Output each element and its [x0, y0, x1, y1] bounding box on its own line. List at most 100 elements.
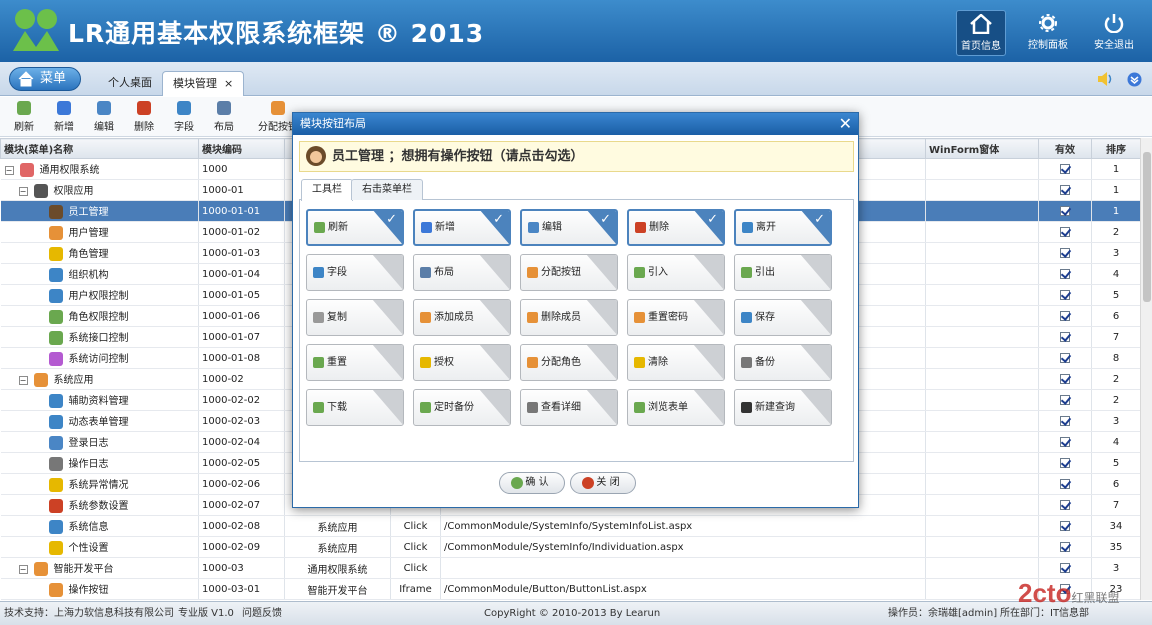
valid-checkbox[interactable] [1060, 289, 1070, 300]
valid-checkbox[interactable] [1060, 184, 1070, 195]
dialog-option-button[interactable]: 保存 [734, 299, 832, 336]
dialog-header: 模块按钮布局 ✕ [293, 113, 858, 135]
valid-checkbox[interactable] [1060, 415, 1070, 426]
feedback-link[interactable]: 问题反馈 [242, 602, 282, 625]
dialog-option-button[interactable]: 授权 [413, 344, 511, 381]
row-sort: 7 [1091, 326, 1140, 348]
row-valid [1038, 200, 1092, 222]
tab-personal-desktop[interactable]: 个人桌面 [98, 71, 162, 96]
button-icon [313, 266, 324, 278]
dialog-option-button[interactable]: 删除成员 [520, 299, 618, 336]
tree-toggle-icon[interactable]: − [18, 186, 28, 196]
valid-checkbox[interactable] [1060, 436, 1070, 447]
operator-text: 操作员：余瑞雄[admin] [888, 608, 998, 619]
close-icon[interactable]: ✕ [839, 115, 852, 133]
table-row[interactable]: 个性设置 1000-02-09 系统应用 Click/CommonModule/Sys… [0, 536, 1140, 558]
dialog-option-button[interactable]: 浏览表单 [627, 389, 725, 426]
toolbar-button-0[interactable]: 刷新 [4, 101, 44, 133]
menu-button[interactable]: 菜单 [9, 67, 81, 91]
row-name-cell: − 智能开发平台 [0, 557, 199, 579]
button-icon [313, 311, 324, 323]
table-row[interactable]: 系统信息 1000-02-08 系统应用 Click/CommonModule/Sys… [0, 515, 1140, 537]
dialog-option-button[interactable]: ✓ 刷新 [306, 209, 404, 246]
valid-checkbox[interactable] [1060, 520, 1070, 531]
module-icon [33, 562, 48, 576]
valid-checkbox[interactable] [1060, 562, 1070, 573]
dialog-option-button[interactable]: 引出 [734, 254, 832, 291]
valid-checkbox[interactable] [1060, 205, 1070, 216]
valid-checkbox[interactable] [1060, 268, 1070, 279]
tree-toggle-icon[interactable]: − [18, 564, 28, 574]
dialog-option-button[interactable]: 添加成员 [413, 299, 511, 336]
toolbar-button-2[interactable]: 编辑 [84, 101, 124, 133]
valid-checkbox[interactable] [1060, 163, 1070, 174]
toolbar-button-4[interactable]: 字段 [164, 101, 204, 133]
col-header-name[interactable]: 模块(菜单)名称 [0, 138, 199, 159]
dialog-option-button[interactable]: ✓ 新增 [413, 209, 511, 246]
dialog-option-button[interactable]: ✓ 编辑 [520, 209, 618, 246]
tab-label: 个人桌面 [108, 76, 152, 89]
col-header-winform[interactable]: WinForm窗体 [925, 138, 1039, 159]
dialog-option-button[interactable]: 新建查询 [734, 389, 832, 426]
dialog-option-button[interactable]: 定时备份 [413, 389, 511, 426]
valid-checkbox[interactable] [1060, 310, 1070, 321]
valid-checkbox[interactable] [1060, 247, 1070, 258]
valid-checkbox[interactable] [1060, 373, 1070, 384]
valid-checkbox[interactable] [1060, 226, 1070, 237]
dialog-option-button[interactable]: 查看详细 [520, 389, 618, 426]
toolbar-button-3[interactable]: 删除 [124, 101, 164, 133]
control-panel-button[interactable]: 控制面板 [1023, 10, 1073, 56]
row-name: 系统异常情况 [68, 480, 129, 491]
dialog-option-button[interactable]: 重置 [306, 344, 404, 381]
home-info-button[interactable]: 首页信息 [956, 10, 1006, 56]
dialog-option-button[interactable]: 字段 [306, 254, 404, 291]
row-url [440, 557, 926, 579]
row-sort: 4 [1091, 263, 1140, 285]
toolbar-button-5[interactable]: 布局 [204, 101, 244, 133]
col-header-sort[interactable]: 排序 [1091, 138, 1140, 159]
row-valid [1038, 242, 1092, 264]
close-button[interactable]: 关 闭 [570, 472, 636, 494]
valid-checkbox[interactable] [1060, 394, 1070, 405]
dialog-option-button[interactable]: 分配按钮 [520, 254, 618, 291]
row-name: 角色权限控制 [68, 312, 129, 323]
col-header-valid[interactable]: 有效 [1038, 138, 1092, 159]
dialog-option-button[interactable]: 重置密码 [627, 299, 725, 336]
tab-module-management[interactable]: 模块管理 × [162, 71, 245, 96]
dialog-option-button[interactable]: ✓ 离开 [734, 209, 832, 246]
valid-checkbox[interactable] [1060, 541, 1070, 552]
table-row[interactable]: 操作按钮 1000-03-01 智能开发平台 Iframe/CommonModule/… [0, 578, 1140, 600]
confirm-button[interactable]: 确 认 [499, 472, 565, 494]
scrollbar-thumb[interactable] [1143, 152, 1151, 302]
dialog-option-button[interactable]: 布局 [413, 254, 511, 291]
tab-toolbar[interactable]: 工具栏 [301, 179, 353, 201]
valid-checkbox[interactable] [1060, 457, 1070, 468]
dialog-option-button[interactable]: 分配角色 [520, 344, 618, 381]
toolbar-label: 删除 [134, 122, 154, 133]
toolbar-button-1[interactable]: 新增 [44, 101, 84, 133]
tab-close-icon[interactable]: × [224, 77, 233, 90]
logout-button[interactable]: 安全退出 [1089, 10, 1139, 56]
dialog-option-button[interactable]: 备份 [734, 344, 832, 381]
col-header-code[interactable]: 模块编码 [198, 138, 285, 159]
speaker-icon[interactable] [1097, 72, 1113, 86]
valid-checkbox[interactable] [1060, 499, 1070, 510]
dialog-option-button[interactable]: 复制 [306, 299, 404, 336]
dialog-option-button[interactable]: 引入 [627, 254, 725, 291]
tab-context-menu[interactable]: 右击菜单栏 [351, 179, 423, 200]
valid-checkbox[interactable] [1060, 478, 1070, 489]
dialog-option-button[interactable]: 清除 [627, 344, 725, 381]
dialog-option-button[interactable]: ✓ 删除 [627, 209, 725, 246]
button-label: 重置密码 [648, 312, 688, 323]
valid-checkbox[interactable] [1060, 331, 1070, 342]
module-icon [48, 499, 63, 513]
table-row[interactable]: − 智能开发平台 1000-03 通用权限系统 Click 3 [0, 557, 1140, 579]
dialog-option-button[interactable]: 下载 [306, 389, 404, 426]
collapse-icon[interactable] [1127, 72, 1142, 87]
vertical-scrollbar[interactable] [1140, 138, 1152, 600]
tree-toggle-icon[interactable]: − [4, 165, 14, 175]
row-valid [1038, 557, 1092, 579]
row-valid [1038, 431, 1092, 453]
tree-toggle-icon[interactable]: − [18, 375, 28, 385]
valid-checkbox[interactable] [1060, 352, 1070, 363]
